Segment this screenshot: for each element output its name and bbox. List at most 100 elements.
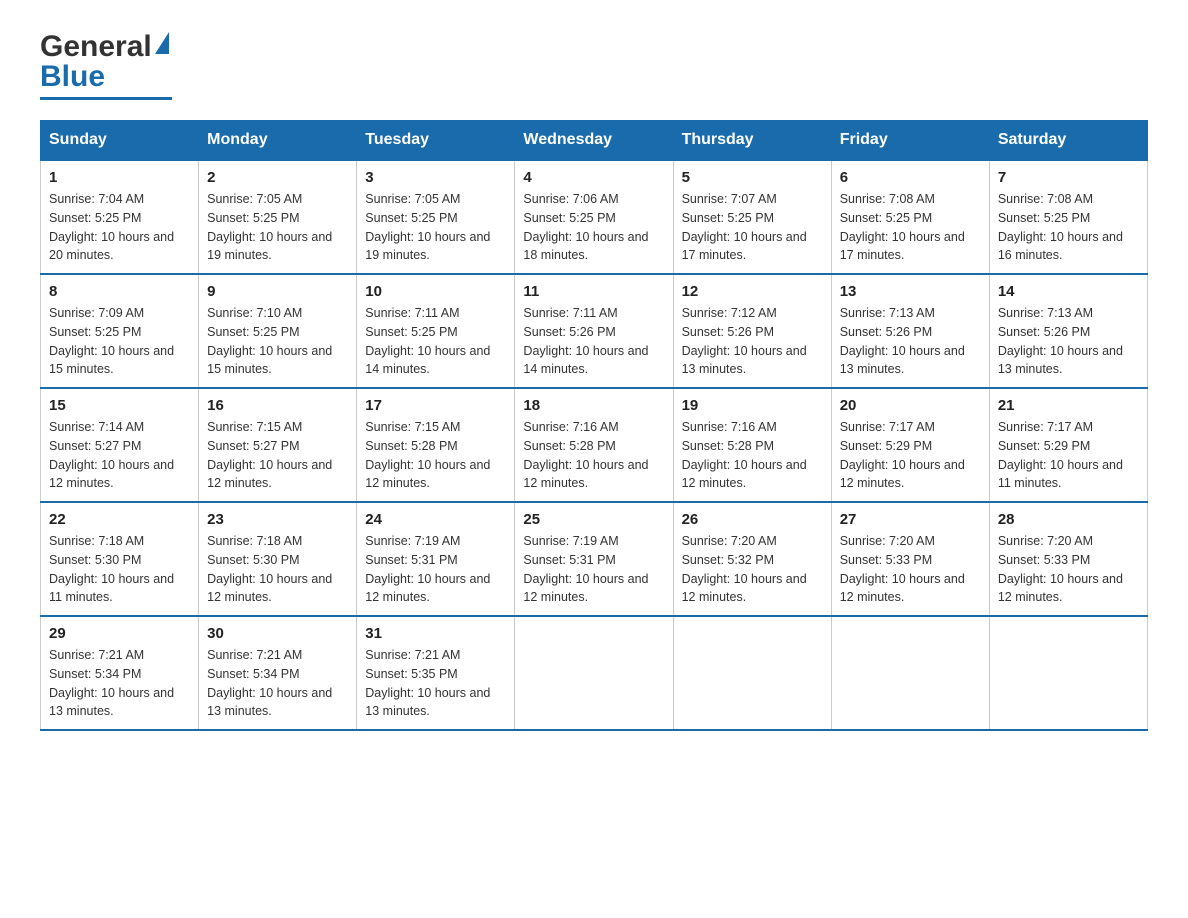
calendar-day-cell: 30 Sunrise: 7:21 AM Sunset: 5:34 PM Dayl…	[199, 616, 357, 730]
day-number: 13	[840, 283, 981, 300]
header-sunday: Sunday	[41, 121, 199, 161]
calendar-day-cell: 21 Sunrise: 7:17 AM Sunset: 5:29 PM Dayl…	[989, 388, 1147, 502]
day-number: 11	[523, 283, 664, 300]
calendar-header: Sunday Monday Tuesday Wednesday Thursday…	[41, 121, 1148, 161]
day-number: 4	[523, 169, 664, 186]
page-header: General Blue	[40, 30, 1148, 100]
day-number: 5	[682, 169, 823, 186]
day-number: 8	[49, 283, 190, 300]
calendar-day-cell: 24 Sunrise: 7:19 AM Sunset: 5:31 PM Dayl…	[357, 502, 515, 616]
day-number: 28	[998, 511, 1139, 528]
day-info: Sunrise: 7:15 AM Sunset: 5:28 PM Dayligh…	[365, 418, 506, 493]
day-info: Sunrise: 7:10 AM Sunset: 5:25 PM Dayligh…	[207, 304, 348, 379]
day-number: 25	[523, 511, 664, 528]
calendar-day-cell: 18 Sunrise: 7:16 AM Sunset: 5:28 PM Dayl…	[515, 388, 673, 502]
calendar-day-cell: 22 Sunrise: 7:18 AM Sunset: 5:30 PM Dayl…	[41, 502, 199, 616]
day-number: 9	[207, 283, 348, 300]
header-row: Sunday Monday Tuesday Wednesday Thursday…	[41, 121, 1148, 161]
day-number: 24	[365, 511, 506, 528]
day-info: Sunrise: 7:13 AM Sunset: 5:26 PM Dayligh…	[998, 304, 1139, 379]
calendar-day-cell: 13 Sunrise: 7:13 AM Sunset: 5:26 PM Dayl…	[831, 274, 989, 388]
day-info: Sunrise: 7:17 AM Sunset: 5:29 PM Dayligh…	[998, 418, 1139, 493]
calendar-day-cell: 31 Sunrise: 7:21 AM Sunset: 5:35 PM Dayl…	[357, 616, 515, 730]
day-info: Sunrise: 7:06 AM Sunset: 5:25 PM Dayligh…	[523, 190, 664, 265]
day-info: Sunrise: 7:14 AM Sunset: 5:27 PM Dayligh…	[49, 418, 190, 493]
day-number: 27	[840, 511, 981, 528]
header-saturday: Saturday	[989, 121, 1147, 161]
day-info: Sunrise: 7:21 AM Sunset: 5:34 PM Dayligh…	[49, 646, 190, 721]
day-info: Sunrise: 7:05 AM Sunset: 5:25 PM Dayligh…	[365, 190, 506, 265]
calendar-day-cell: 4 Sunrise: 7:06 AM Sunset: 5:25 PM Dayli…	[515, 160, 673, 274]
calendar-day-cell: 15 Sunrise: 7:14 AM Sunset: 5:27 PM Dayl…	[41, 388, 199, 502]
day-number: 29	[49, 625, 190, 642]
calendar-day-cell: 3 Sunrise: 7:05 AM Sunset: 5:25 PM Dayli…	[357, 160, 515, 274]
day-number: 22	[49, 511, 190, 528]
day-info: Sunrise: 7:09 AM Sunset: 5:25 PM Dayligh…	[49, 304, 190, 379]
day-info: Sunrise: 7:18 AM Sunset: 5:30 PM Dayligh…	[207, 532, 348, 607]
calendar-week-row: 1 Sunrise: 7:04 AM Sunset: 5:25 PM Dayli…	[41, 160, 1148, 274]
logo-blue-text: Blue	[40, 60, 105, 93]
header-monday: Monday	[199, 121, 357, 161]
calendar-day-cell	[515, 616, 673, 730]
calendar-day-cell: 23 Sunrise: 7:18 AM Sunset: 5:30 PM Dayl…	[199, 502, 357, 616]
day-info: Sunrise: 7:13 AM Sunset: 5:26 PM Dayligh…	[840, 304, 981, 379]
day-number: 21	[998, 397, 1139, 414]
calendar-day-cell: 7 Sunrise: 7:08 AM Sunset: 5:25 PM Dayli…	[989, 160, 1147, 274]
calendar-body: 1 Sunrise: 7:04 AM Sunset: 5:25 PM Dayli…	[41, 160, 1148, 730]
day-info: Sunrise: 7:19 AM Sunset: 5:31 PM Dayligh…	[365, 532, 506, 607]
day-info: Sunrise: 7:20 AM Sunset: 5:33 PM Dayligh…	[998, 532, 1139, 607]
calendar-day-cell: 26 Sunrise: 7:20 AM Sunset: 5:32 PM Dayl…	[673, 502, 831, 616]
day-info: Sunrise: 7:21 AM Sunset: 5:34 PM Dayligh…	[207, 646, 348, 721]
calendar-day-cell: 25 Sunrise: 7:19 AM Sunset: 5:31 PM Dayl…	[515, 502, 673, 616]
logo-underline	[40, 97, 172, 100]
calendar-day-cell: 12 Sunrise: 7:12 AM Sunset: 5:26 PM Dayl…	[673, 274, 831, 388]
calendar-day-cell: 14 Sunrise: 7:13 AM Sunset: 5:26 PM Dayl…	[989, 274, 1147, 388]
header-tuesday: Tuesday	[357, 121, 515, 161]
day-info: Sunrise: 7:20 AM Sunset: 5:33 PM Dayligh…	[840, 532, 981, 607]
calendar-day-cell: 1 Sunrise: 7:04 AM Sunset: 5:25 PM Dayli…	[41, 160, 199, 274]
day-info: Sunrise: 7:16 AM Sunset: 5:28 PM Dayligh…	[523, 418, 664, 493]
calendar-day-cell: 17 Sunrise: 7:15 AM Sunset: 5:28 PM Dayl…	[357, 388, 515, 502]
calendar-day-cell: 10 Sunrise: 7:11 AM Sunset: 5:25 PM Dayl…	[357, 274, 515, 388]
day-info: Sunrise: 7:21 AM Sunset: 5:35 PM Dayligh…	[365, 646, 506, 721]
calendar-day-cell: 19 Sunrise: 7:16 AM Sunset: 5:28 PM Dayl…	[673, 388, 831, 502]
day-info: Sunrise: 7:07 AM Sunset: 5:25 PM Dayligh…	[682, 190, 823, 265]
day-number: 16	[207, 397, 348, 414]
calendar-day-cell: 28 Sunrise: 7:20 AM Sunset: 5:33 PM Dayl…	[989, 502, 1147, 616]
calendar-day-cell: 2 Sunrise: 7:05 AM Sunset: 5:25 PM Dayli…	[199, 160, 357, 274]
logo-triangle-icon	[155, 32, 169, 54]
header-wednesday: Wednesday	[515, 121, 673, 161]
day-number: 10	[365, 283, 506, 300]
day-info: Sunrise: 7:08 AM Sunset: 5:25 PM Dayligh…	[998, 190, 1139, 265]
day-number: 6	[840, 169, 981, 186]
calendar-day-cell: 27 Sunrise: 7:20 AM Sunset: 5:33 PM Dayl…	[831, 502, 989, 616]
calendar-table: Sunday Monday Tuesday Wednesday Thursday…	[40, 120, 1148, 731]
day-number: 30	[207, 625, 348, 642]
day-number: 14	[998, 283, 1139, 300]
header-thursday: Thursday	[673, 121, 831, 161]
day-info: Sunrise: 7:17 AM Sunset: 5:29 PM Dayligh…	[840, 418, 981, 493]
calendar-week-row: 8 Sunrise: 7:09 AM Sunset: 5:25 PM Dayli…	[41, 274, 1148, 388]
day-info: Sunrise: 7:05 AM Sunset: 5:25 PM Dayligh…	[207, 190, 348, 265]
calendar-day-cell: 20 Sunrise: 7:17 AM Sunset: 5:29 PM Dayl…	[831, 388, 989, 502]
day-number: 20	[840, 397, 981, 414]
calendar-day-cell: 9 Sunrise: 7:10 AM Sunset: 5:25 PM Dayli…	[199, 274, 357, 388]
calendar-day-cell: 11 Sunrise: 7:11 AM Sunset: 5:26 PM Dayl…	[515, 274, 673, 388]
day-number: 23	[207, 511, 348, 528]
day-info: Sunrise: 7:12 AM Sunset: 5:26 PM Dayligh…	[682, 304, 823, 379]
day-info: Sunrise: 7:08 AM Sunset: 5:25 PM Dayligh…	[840, 190, 981, 265]
day-number: 7	[998, 169, 1139, 186]
day-number: 12	[682, 283, 823, 300]
day-info: Sunrise: 7:15 AM Sunset: 5:27 PM Dayligh…	[207, 418, 348, 493]
calendar-day-cell: 8 Sunrise: 7:09 AM Sunset: 5:25 PM Dayli…	[41, 274, 199, 388]
calendar-day-cell	[989, 616, 1147, 730]
calendar-day-cell: 6 Sunrise: 7:08 AM Sunset: 5:25 PM Dayli…	[831, 160, 989, 274]
day-info: Sunrise: 7:16 AM Sunset: 5:28 PM Dayligh…	[682, 418, 823, 493]
day-info: Sunrise: 7:11 AM Sunset: 5:26 PM Dayligh…	[523, 304, 664, 379]
day-number: 1	[49, 169, 190, 186]
calendar-day-cell	[831, 616, 989, 730]
calendar-day-cell: 16 Sunrise: 7:15 AM Sunset: 5:27 PM Dayl…	[199, 388, 357, 502]
day-info: Sunrise: 7:19 AM Sunset: 5:31 PM Dayligh…	[523, 532, 664, 607]
day-number: 3	[365, 169, 506, 186]
day-info: Sunrise: 7:11 AM Sunset: 5:25 PM Dayligh…	[365, 304, 506, 379]
